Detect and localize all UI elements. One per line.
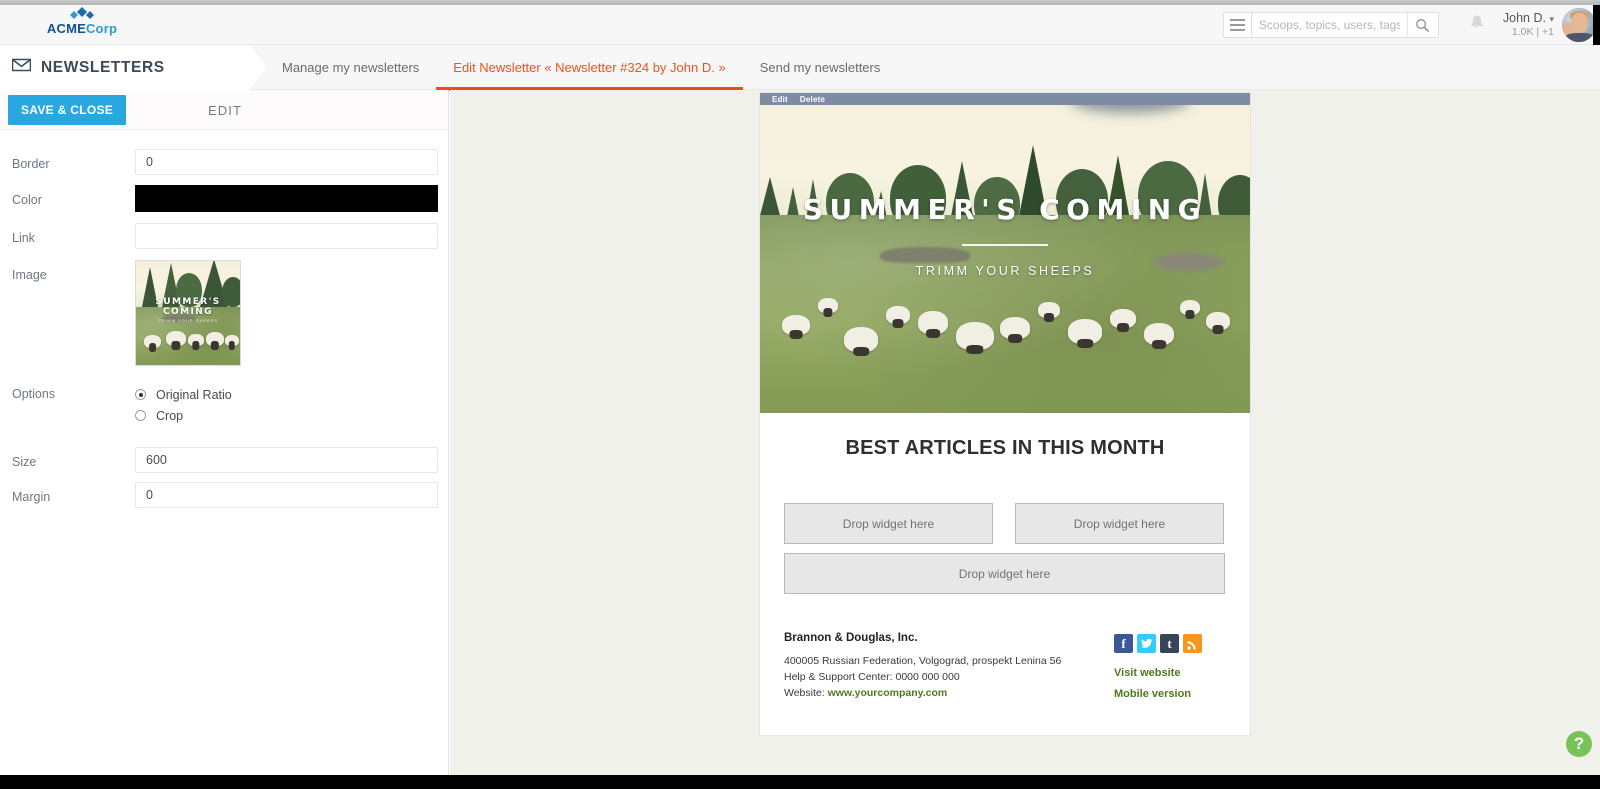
footer-social-column: f t Visit website Mobile version	[1114, 632, 1226, 705]
chevron-down-icon: ▾	[1549, 13, 1554, 24]
tab-label: Edit Newsletter « Newsletter #324 by Joh…	[453, 60, 726, 75]
avatar[interactable]	[1562, 8, 1596, 42]
footer-link-mobile-version[interactable]: Mobile version	[1114, 684, 1226, 705]
block-edit-button[interactable]: Edit	[772, 95, 788, 104]
newsletter-section-heading: BEST ARTICLES IN THIS MONTH	[845, 437, 1165, 459]
tab-edit-newsletter[interactable]: Edit Newsletter « Newsletter #324 by Joh…	[436, 45, 744, 91]
user-name-row: John D. ▾	[1503, 11, 1554, 27]
twitter-icon[interactable]	[1137, 634, 1156, 653]
footer-company-name: Brannon & Douglas, Inc.	[784, 632, 918, 644]
tab-manage-my-newsletters[interactable]: Manage my newsletters	[265, 45, 436, 90]
field-label-border: Border	[12, 157, 50, 171]
dropzone-right[interactable]: Drop widget here	[1015, 503, 1224, 544]
rss-icon[interactable]	[1183, 634, 1202, 653]
field-label-image: Image	[12, 268, 47, 282]
footer-company-info: Brannon & Douglas, Inc. 400005 Russian F…	[784, 632, 1114, 705]
facebook-icon[interactable]: f	[1114, 634, 1133, 653]
bell-icon[interactable]	[1469, 14, 1485, 37]
field-margin: Margin	[0, 482, 448, 508]
field-border: Border	[0, 149, 448, 175]
newsletter-preview: Edit Delete SUMMER'S COMING TRIMM YOUR S…	[760, 93, 1250, 735]
link-input[interactable]	[135, 223, 438, 249]
brand-name: ACMECorp	[22, 22, 142, 36]
margin-input[interactable]	[135, 482, 438, 508]
hamburger-icon[interactable]	[1222, 12, 1252, 38]
field-image: Image SUMMER'S COMING TRIMM YOUR SHEEPS	[0, 260, 448, 366]
hero-text-overlay: SUMMER'S COMING TRIMM YOUR SHEEPS	[760, 193, 1250, 278]
tumblr-icon[interactable]: t	[1160, 634, 1179, 653]
editor-panel-title: EDIT	[208, 103, 243, 118]
bottom-black-strip	[0, 775, 1600, 789]
field-label-color: Color	[12, 193, 42, 207]
search-input[interactable]	[1251, 13, 1407, 37]
brand-name-primary: ACME	[46, 21, 86, 36]
tab-bar: Manage my newsletters Edit Newsletter « …	[265, 45, 898, 91]
tab-send-my-newsletters[interactable]: Send my newsletters	[743, 45, 898, 90]
field-color: Color	[0, 185, 448, 212]
field-label-link: Link	[12, 231, 35, 245]
envelope-icon	[11, 58, 32, 77]
editor-toolbar: SAVE & CLOSE EDIT	[0, 90, 448, 130]
social-icon-row: f t	[1114, 634, 1226, 653]
hero-subtitle: TRIMM YOUR SHEEPS	[915, 264, 1095, 278]
radio-crop[interactable]: Crop	[135, 405, 436, 426]
tab-label: Send my newsletters	[759, 60, 881, 75]
radio-button-icon	[135, 410, 146, 421]
newsletter-body: BEST ARTICLES IN THIS MONTH Drop widget …	[760, 413, 1250, 594]
field-link: Link	[0, 223, 448, 249]
user-menu[interactable]: John D. ▾ 1.0K | +1	[1503, 11, 1554, 40]
header-right-cluster: John D. ▾ 1.0K | +1	[1222, 5, 1600, 45]
footer-address: 400005 Russian Federation, Volgograd, pr…	[784, 655, 1062, 667]
radio-label: Crop	[156, 408, 184, 423]
footer-website-link[interactable]: www.yourcompany.com	[828, 687, 948, 699]
image-block-editor-panel: SAVE & CLOSE EDIT Border Color Link Imag…	[0, 90, 449, 775]
block-delete-button[interactable]: Delete	[800, 95, 825, 104]
footer-link-visit-website[interactable]: Visit website	[1114, 663, 1226, 684]
search-icon[interactable]	[1406, 13, 1438, 37]
help-button[interactable]: ?	[1566, 731, 1592, 757]
footer-website-row: Website: www.yourcompany.com	[784, 685, 1114, 701]
diamond-cluster-icon	[22, 7, 142, 22]
radio-button-icon	[135, 389, 146, 400]
user-name: John D.	[1502, 10, 1546, 25]
image-thumbnail[interactable]: SUMMER'S COMING TRIMM YOUR SHEEPS	[135, 260, 241, 366]
footer-website-prefix: Website:	[784, 687, 825, 699]
hero-title: SUMMER'S COMING	[802, 193, 1208, 226]
header-edge-clip	[1593, 5, 1600, 45]
size-input[interactable]	[135, 447, 438, 473]
field-label-size: Size	[12, 455, 37, 469]
save-and-close-button[interactable]: SAVE & CLOSE	[8, 95, 127, 125]
field-label-margin: Margin	[12, 490, 51, 504]
field-label-options: Options	[12, 387, 56, 401]
border-input[interactable]	[135, 149, 438, 175]
dropzone-left[interactable]: Drop widget here	[784, 503, 993, 544]
newsletter-canvas: Edit Delete SUMMER'S COMING TRIMM YOUR S…	[450, 90, 1600, 775]
radio-label: Original Ratio	[156, 387, 232, 402]
field-size: Size	[0, 447, 448, 473]
hero-image-block[interactable]: SUMMER'S COMING TRIMM YOUR SHEEPS	[760, 93, 1250, 413]
block-toolbar: Edit Delete	[760, 93, 1250, 105]
field-options: Options Original Ratio Crop	[0, 384, 448, 426]
footer-support: Help & Support Center: 0000 000 000	[784, 671, 960, 683]
page-title: NEWSLETTERS	[41, 58, 165, 76]
dropzone-row: Drop widget here Drop widget here	[784, 503, 1226, 544]
global-header: ACMECorp John D. ▾	[0, 5, 1600, 45]
brand-logo[interactable]: ACMECorp	[22, 7, 142, 36]
brand-name-secondary: Corp	[85, 21, 118, 36]
section-bar: NEWSLETTERS Manage my newsletters Edit N…	[0, 45, 1600, 91]
hero-divider	[962, 244, 1048, 246]
newsletter-footer: Brannon & Douglas, Inc. 400005 Russian F…	[760, 594, 1250, 735]
section-label: NEWSLETTERS	[0, 45, 266, 90]
user-stats: 1.0K | +1	[1511, 26, 1554, 39]
dropzone-full[interactable]: Drop widget here	[784, 553, 1225, 594]
tab-label: Manage my newsletters	[282, 60, 420, 75]
radio-original-ratio[interactable]: Original Ratio	[135, 384, 436, 405]
search-bar	[1251, 12, 1439, 38]
color-swatch-input[interactable]	[135, 185, 438, 212]
